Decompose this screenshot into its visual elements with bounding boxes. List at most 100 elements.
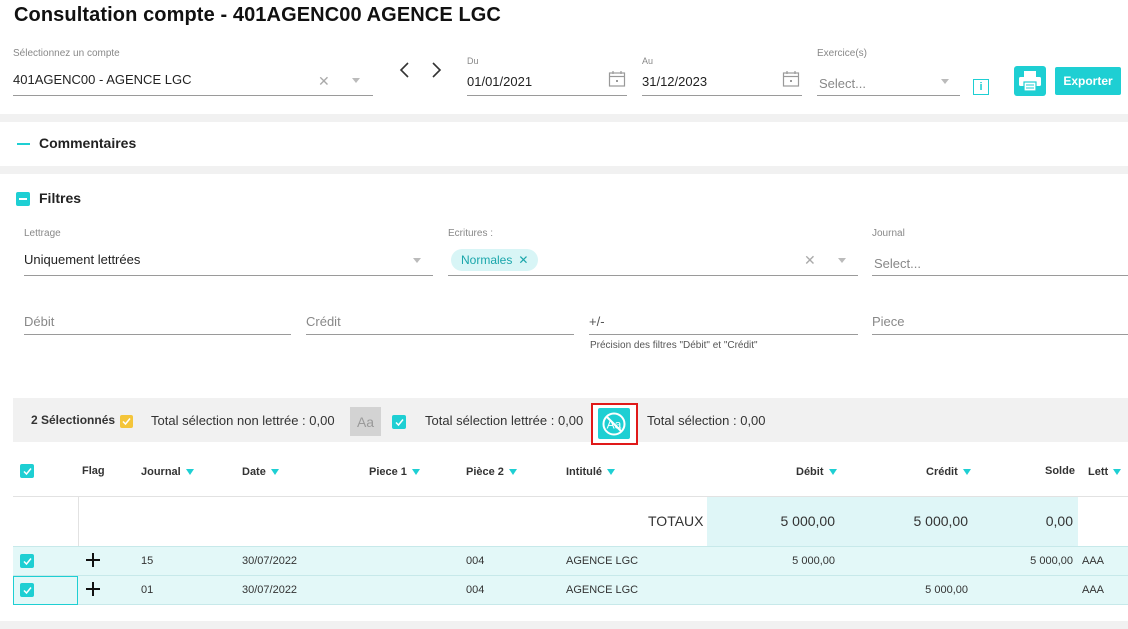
cell-piece2: 004: [466, 555, 485, 567]
sort-icon[interactable]: [508, 469, 517, 475]
col-credit-label: Crédit: [926, 466, 958, 478]
account-select[interactable]: 401AGENC00 - AGENCE LGC ✕: [13, 66, 373, 96]
clear-icon[interactable]: ✕: [804, 252, 816, 269]
collapse-icon[interactable]: [17, 143, 30, 145]
calendar-icon[interactable]: [782, 70, 800, 88]
print-button[interactable]: [1014, 66, 1046, 96]
totals-credit: 5 000,00: [913, 513, 969, 529]
piece-input[interactable]: Piece: [872, 306, 1128, 335]
divider: [0, 621, 1128, 629]
debit-placeholder: Débit: [24, 314, 55, 329]
divider: [0, 114, 1128, 122]
ecritures-chip[interactable]: Normales ✕: [451, 249, 539, 271]
sort-icon[interactable]: [828, 469, 837, 475]
cell-lett: AAA: [1082, 584, 1105, 596]
add-flag-icon[interactable]: [85, 581, 101, 597]
remove-chip-icon[interactable]: ✕: [518, 253, 528, 267]
sort-icon[interactable]: [962, 469, 971, 475]
col-intitule[interactable]: Intitulé: [566, 466, 616, 478]
sort-icon[interactable]: [270, 469, 279, 475]
clear-icon[interactable]: ✕: [318, 73, 330, 90]
info-icon[interactable]: i: [973, 79, 989, 95]
credit-placeholder: Crédit: [306, 314, 341, 329]
sort-icon[interactable]: [411, 469, 420, 475]
chevron-down-icon[interactable]: [352, 78, 360, 83]
col-solde: Solde: [1045, 465, 1075, 477]
col-flag: Flag: [82, 465, 105, 477]
selection-checkbox[interactable]: [120, 415, 133, 428]
piece-placeholder: Piece: [872, 314, 905, 329]
prev-account-icon[interactable]: [397, 60, 413, 80]
lettrer-button[interactable]: Aa: [350, 407, 381, 436]
collapse-filters-icon[interactable]: [16, 192, 30, 206]
chevron-down-icon[interactable]: [941, 79, 949, 84]
exercice-label: Exercice(s): [817, 48, 868, 59]
exercice-select[interactable]: Select...: [817, 68, 960, 96]
chevron-down-icon[interactable]: [413, 258, 421, 263]
col-flag-label: Flag: [82, 465, 105, 477]
precision-help: Précision des filtres "Débit" et "Crédit…: [590, 340, 758, 351]
col-debit[interactable]: Débit: [796, 466, 837, 478]
lettrer-icon: Aa: [356, 413, 375, 430]
date-from-value: 01/01/2021: [467, 74, 533, 89]
col-piece1[interactable]: Piece 1: [369, 466, 420, 478]
journal-placeholder: Select...: [874, 256, 921, 271]
col-date[interactable]: Date: [242, 466, 279, 478]
journal-label: Journal: [872, 228, 905, 239]
section-filtres[interactable]: Filtres: [39, 190, 81, 206]
debit-input[interactable]: Débit: [24, 306, 291, 335]
divider: [0, 166, 1128, 174]
cell-intitule: AGENCE LGC: [566, 555, 639, 567]
calendar-icon[interactable]: [608, 70, 626, 88]
total-selection: Total sélection : 0,00: [647, 413, 766, 428]
cell-lett: AAA: [1082, 555, 1105, 567]
select-all-checkbox[interactable]: [20, 464, 34, 478]
delettrer-button[interactable]: Aa: [598, 408, 630, 439]
credit-input[interactable]: Crédit: [306, 306, 574, 335]
sort-icon[interactable]: [1113, 469, 1122, 475]
date-to-field[interactable]: 31/12/2023: [642, 68, 802, 96]
cell-intitule: AGENCE LGC: [566, 584, 639, 596]
divider: [78, 497, 79, 547]
chip-label: Normales: [461, 253, 513, 267]
selection-count: 2 Sélectionnés: [31, 413, 116, 427]
date-from-field[interactable]: 01/01/2021: [467, 68, 627, 96]
cell-piece2: 004: [466, 584, 485, 596]
sort-icon[interactable]: [185, 469, 194, 475]
lettrage-label: Lettrage: [24, 228, 61, 239]
lettrage-value: Uniquement lettrées: [24, 252, 141, 267]
section-commentaires[interactable]: Commentaires: [39, 135, 136, 151]
cell-journal: 01: [141, 584, 154, 596]
col-journal-label: Journal: [141, 466, 181, 478]
lettrage-select[interactable]: Uniquement lettrées: [24, 246, 433, 276]
col-piece1-label: Piece 1: [369, 466, 407, 478]
col-intitule-label: Intitulé: [566, 466, 603, 478]
add-flag-icon[interactable]: [85, 552, 101, 568]
next-account-icon[interactable]: [428, 60, 444, 80]
cell-debit: 5 000,00: [792, 555, 835, 567]
cell-credit: 5 000,00: [925, 584, 968, 596]
account-label: Sélectionnez un compte: [13, 48, 120, 59]
date-to-label: Au: [642, 56, 654, 66]
unmatch-icon: Aa: [602, 412, 626, 435]
total-non-lettree: Total sélection non lettrée : 0,00: [151, 413, 335, 428]
table-row[interactable]: 01 30/07/2022 004 AGENCE LGC 5 000,00 AA…: [13, 575, 1128, 605]
row-checkbox[interactable]: [20, 583, 34, 597]
sort-icon[interactable]: [607, 469, 616, 475]
exercice-placeholder: Select...: [819, 76, 866, 91]
row-checkbox[interactable]: [20, 554, 34, 568]
date-to-value: 31/12/2023: [642, 74, 708, 89]
cell-date: 30/07/2022: [242, 555, 298, 567]
col-lett[interactable]: Lett: [1088, 466, 1122, 478]
chevron-down-icon[interactable]: [838, 258, 846, 263]
precision-input[interactable]: +/-: [589, 306, 858, 335]
col-journal[interactable]: Journal: [141, 466, 194, 478]
col-lett-label: Lett: [1088, 466, 1109, 478]
lettree-checkbox[interactable]: [392, 415, 406, 429]
col-piece2[interactable]: Pièce 2: [466, 466, 517, 478]
table-row[interactable]: 15 30/07/2022 004 AGENCE LGC 5 000,00 5 …: [13, 546, 1128, 575]
export-button[interactable]: Exporter: [1055, 67, 1121, 95]
col-piece2-label: Pièce 2: [466, 466, 504, 478]
col-credit[interactable]: Crédit: [926, 466, 971, 478]
journal-select[interactable]: Select...: [872, 246, 1128, 276]
